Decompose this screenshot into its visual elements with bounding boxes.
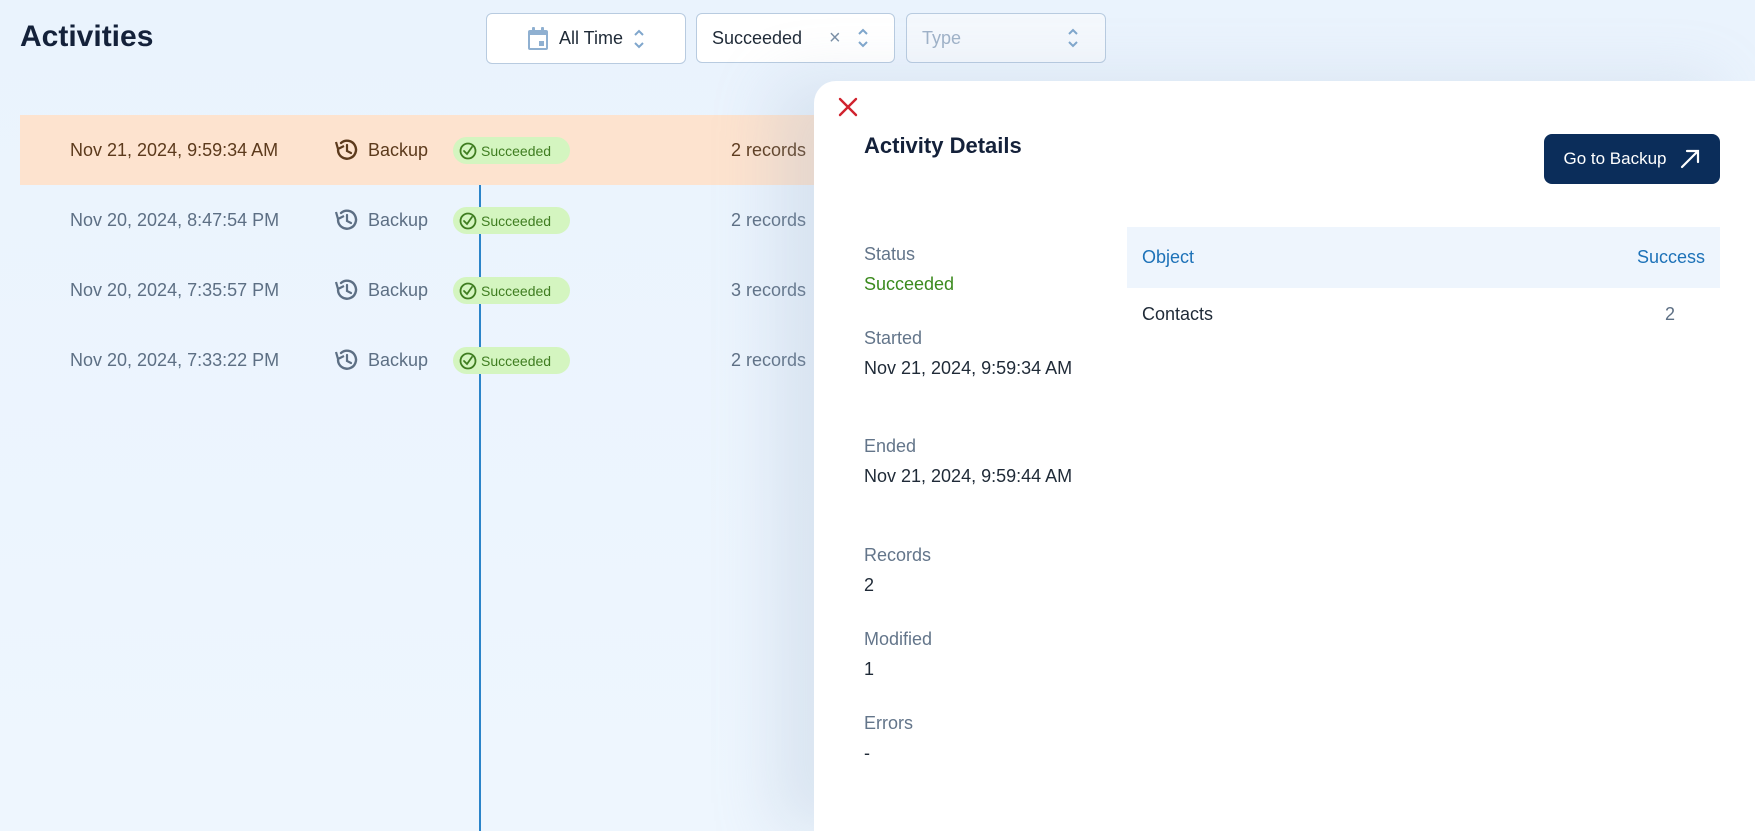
activity-row[interactable]: Nov 21, 2024, 9:59:34 AM Backup Succeeded 2…	[20, 115, 850, 185]
status-badge: Succeeded	[453, 137, 570, 164]
chevron-updown-icon	[633, 27, 645, 51]
status-filter-value: Succeeded	[712, 27, 803, 48]
errors-field: Errors -	[864, 713, 1084, 765]
activity-date: Nov 20, 2024, 7:35:57 PM	[70, 279, 280, 300]
history-icon	[334, 209, 358, 230]
activity-type: Backup	[368, 209, 429, 230]
activity-records: 2 records	[731, 349, 807, 370]
activity-type: Backup	[368, 349, 429, 370]
status-badge-label: Succeeded	[481, 142, 552, 159]
check-circle-icon	[459, 352, 477, 369]
modified-field: Modified 1	[864, 629, 1084, 681]
panel-title: Activity Details	[864, 133, 1022, 158]
time-filter-label: All Time	[558, 28, 623, 48]
activity-type: Backup	[368, 279, 429, 300]
type-filter-placeholder: Type	[922, 27, 962, 48]
object-name: Contacts	[1142, 303, 1214, 324]
external-arrow-icon	[1680, 149, 1699, 169]
status-label: Status	[864, 244, 916, 264]
started-field: Started Nov 21, 2024, 9:59:34 AM	[864, 328, 1084, 380]
activity-records: 2 records	[731, 139, 807, 160]
activity-date: Nov 20, 2024, 7:33:22 PM	[70, 349, 280, 370]
object-table-header: Object Success	[1127, 227, 1720, 288]
status-value: Succeeded	[864, 274, 955, 294]
page-title: Activities	[20, 20, 154, 53]
activity-details-panel: Activity Details Go to Backup Status Suc…	[814, 81, 1755, 831]
modified-value: 1	[864, 659, 875, 679]
check-circle-icon	[459, 142, 477, 159]
status-badge: Succeeded	[453, 207, 570, 234]
history-icon	[334, 279, 358, 300]
success-count: 2	[1664, 303, 1675, 324]
activity-records: 3 records	[731, 279, 807, 300]
time-filter[interactable]: All Time	[486, 13, 686, 64]
records-label: Records	[864, 545, 932, 565]
errors-value: -	[864, 743, 870, 763]
activity-date: Nov 21, 2024, 9:59:34 AM	[70, 139, 279, 160]
activity-row[interactable]: Nov 20, 2024, 8:47:54 PM Backup Succeeded 2…	[20, 185, 850, 255]
activity-row[interactable]: Nov 20, 2024, 7:33:22 PM Backup Succeeded 2…	[20, 325, 850, 395]
history-icon	[334, 349, 358, 370]
column-header-object[interactable]: Object	[1142, 247, 1194, 268]
chevron-updown-icon	[857, 26, 869, 50]
calendar-icon	[527, 26, 548, 50]
status-filter[interactable]: Succeeded ×	[696, 13, 895, 63]
records-field: Records 2	[864, 545, 1084, 597]
ended-label: Ended	[864, 436, 917, 456]
close-icon[interactable]	[836, 95, 860, 119]
table-row: Contacts 2	[1127, 288, 1720, 340]
check-circle-icon	[459, 212, 477, 229]
clear-icon[interactable]: ×	[829, 27, 841, 50]
status-field: Status Succeeded	[864, 244, 1084, 296]
started-value: Nov 21, 2024, 9:59:34 AM	[864, 358, 1073, 378]
modified-label: Modified	[864, 629, 933, 649]
activity-records: 2 records	[731, 209, 807, 230]
started-label: Started	[864, 328, 923, 348]
chevron-updown-icon	[1067, 26, 1079, 50]
history-icon	[334, 139, 358, 160]
activity-type: Backup	[368, 139, 429, 160]
go-to-backup-label: Go to Backup	[1563, 149, 1667, 168]
errors-label: Errors	[864, 713, 913, 733]
records-value: 2	[864, 575, 875, 595]
go-to-backup-button[interactable]: Go to Backup	[1544, 134, 1720, 184]
status-badge: Succeeded	[453, 277, 570, 304]
status-badge-label: Succeeded	[481, 352, 552, 369]
type-filter[interactable]: Type	[906, 13, 1106, 63]
activity-row[interactable]: Nov 20, 2024, 7:35:57 PM Backup Succeeded 3…	[20, 255, 850, 325]
column-header-success[interactable]: Success	[1637, 247, 1705, 268]
ended-value: Nov 21, 2024, 9:59:44 AM	[864, 466, 1073, 486]
check-circle-icon	[459, 282, 477, 299]
status-badge-label: Succeeded	[481, 282, 552, 299]
activity-date: Nov 20, 2024, 8:47:54 PM	[70, 209, 280, 230]
status-badge: Succeeded	[453, 347, 570, 374]
ended-field: Ended Nov 21, 2024, 9:59:44 AM	[864, 436, 1084, 488]
object-table: Object Success Contacts 2	[1127, 227, 1720, 340]
status-badge-label: Succeeded	[481, 212, 552, 229]
